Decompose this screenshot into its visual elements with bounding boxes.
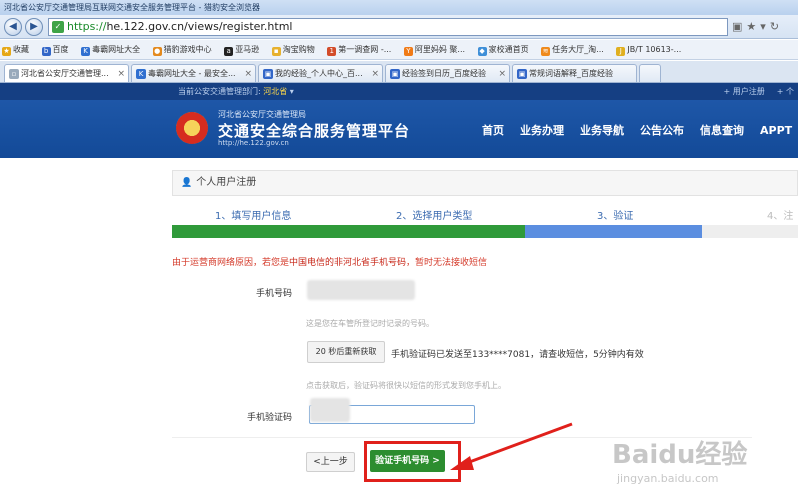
close-icon[interactable]: ×: [371, 65, 379, 82]
register-link[interactable]: + 用户注册: [724, 87, 765, 96]
back-button[interactable]: ◀: [4, 18, 22, 36]
refresh-icon[interactable]: ↻: [770, 20, 779, 33]
page-icon: ▫: [9, 69, 19, 79]
school-icon: ◆: [477, 47, 487, 56]
personal-link[interactable]: + 个: [777, 87, 794, 96]
bookmark-baidu[interactable]: b 百度: [40, 40, 69, 59]
nav-home[interactable]: 首页: [482, 124, 504, 137]
bookmark-alimama[interactable]: Y 阿里妈妈 聚...: [402, 40, 465, 59]
experience-icon: ▣: [390, 69, 400, 79]
bookmark-survey[interactable]: 1 第一调查网 -...: [325, 40, 391, 59]
forward-arrow-icon: ▶: [30, 21, 38, 32]
experience-icon: ▣: [263, 69, 273, 79]
bookmark-jiaxiao[interactable]: ◆ 家校通首页: [476, 40, 529, 59]
progress-bar: [172, 225, 798, 238]
site-subtitle: 河北省公安厅交通管理局: [218, 110, 306, 119]
star-icon: ★: [2, 47, 11, 56]
survey-icon: 1: [327, 47, 337, 56]
police-emblem-icon: [176, 112, 208, 144]
close-icon[interactable]: ×: [117, 65, 125, 82]
bookmark-tasks[interactable]: ≋ 任务大厅_淘...: [539, 40, 604, 59]
step-3: 3、验证: [597, 211, 634, 222]
address-row: ◀ ▶ ✓ https://he.122.gov.cn/views/regist…: [0, 15, 798, 39]
tab-register[interactable]: ▫ 河北省公安厅交通管理... ×: [4, 64, 129, 82]
code-value-blurred: [310, 398, 350, 422]
lock-icon: ✓: [52, 21, 64, 33]
address-bar[interactable]: ✓ https://he.122.gov.cn/views/register.h…: [48, 18, 728, 36]
top-links: + 用户注册 + 个: [712, 83, 795, 100]
tab-words[interactable]: ▣ 常规词语解释_百度经验: [512, 64, 637, 82]
main-nav: 首页 业务办理 业务导航 公告公布 信息查询 APPT: [482, 122, 798, 138]
bookmark-jbt[interactable]: J JB/T 10613-...: [614, 40, 681, 59]
url-scheme: https://: [67, 20, 107, 33]
site-title: 交通安全综合服务管理平台: [218, 122, 411, 140]
leopard-icon: ●: [152, 47, 162, 56]
panel-title: 👤 个人用户注册: [172, 170, 798, 196]
url-text: he.122.gov.cn/views/register.html: [106, 20, 293, 33]
tab-strip: ▫ 河北省公安厅交通管理... × K 毒霸网址大全 - 最安全... × ▣ 我的经验_…: [0, 61, 798, 83]
star-icon[interactable]: ★: [746, 20, 756, 33]
resend-button[interactable]: 20 秒后重新获取: [307, 341, 385, 363]
alimama-icon: Y: [403, 47, 413, 56]
watermark-url: jingyan.baidu.com: [617, 472, 719, 485]
nav-notice[interactable]: 公告公布: [640, 124, 684, 137]
region-selector[interactable]: 当前公安交通管理部门: 河北省 ▾: [178, 83, 294, 100]
resend-hint: 点击获取后，验证码将很快以短信的形式发到您手机上。: [306, 381, 506, 390]
verify-phone-button[interactable]: 验证手机号码 >: [370, 450, 445, 472]
steps: 1、填写用户信息 2、选择用户类型 3、验证 4、注: [172, 207, 798, 223]
amazon-icon: a: [224, 47, 234, 56]
step-4: 4、注: [767, 211, 794, 222]
annotation-arrow-icon: [450, 422, 573, 470]
nav-guide[interactable]: 业务导航: [580, 124, 624, 137]
prev-step-button[interactable]: <上一步: [306, 452, 355, 472]
close-icon[interactable]: ×: [244, 65, 252, 82]
region-value: 河北省: [263, 87, 288, 96]
bookmark-favorites[interactable]: ★ 收藏: [0, 40, 29, 59]
watermark: Baidu经验: [612, 440, 748, 470]
site-header: 河北省公安厅交通管理局 交通安全综合服务管理平台 http://he.122.g…: [0, 100, 798, 158]
bookmark-games[interactable]: ● 猎豹游戏中心: [151, 40, 212, 59]
nav-business[interactable]: 业务办理: [520, 124, 564, 137]
step-1: 1、填写用户信息: [215, 211, 292, 222]
rss-icon: ≋: [541, 47, 551, 56]
site-topbar: 当前公安交通管理部门: 河北省 ▾ + 用户注册 + 个: [0, 83, 798, 100]
phone-label: 手机号码: [255, 289, 292, 299]
tab-checkin[interactable]: ▣ 经验签到日历_百度经验 ×: [385, 64, 510, 82]
code-label: 手机验证码: [246, 413, 292, 423]
caret-down-icon: ▾: [289, 87, 294, 96]
forward-button[interactable]: ▶: [25, 18, 43, 36]
sms-sent-message: 手机验证码已发送至133****7081，请查收短信，5分钟内有效: [391, 350, 644, 360]
phone-hint: 这是您在车管所登记时记录的号码。: [306, 319, 434, 328]
document-icon: J: [616, 47, 626, 56]
experience-icon: ▣: [517, 69, 527, 79]
folder-icon: ▪: [271, 47, 281, 56]
duba-icon: K: [136, 69, 146, 79]
bookmarks-bar: ★ 收藏 b 百度 K 毒霸网址大全 ● 猎豹游戏中心 a 亚马逊 ▪ 淘宝购物 1 第一调查…: [0, 40, 798, 60]
compat-mode-icon[interactable]: ▣: [732, 20, 742, 33]
carrier-notice: 由于运营商网络原因，若您是中国电信的非河北省手机号码，暂时无法接收短信: [172, 258, 488, 268]
close-icon[interactable]: ×: [498, 65, 506, 82]
bookmark-taobao[interactable]: ▪ 淘宝购物: [270, 40, 315, 59]
address-icons: ▣ ★ ▾ ↻: [732, 18, 798, 36]
site-url: http://he.122.gov.cn: [218, 139, 289, 147]
back-arrow-icon: ◀: [9, 21, 17, 32]
nav-query[interactable]: 信息查询: [700, 124, 744, 137]
progress-current: [525, 225, 702, 238]
duba-icon: K: [81, 47, 91, 56]
user-icon: 👤: [181, 178, 193, 188]
dropdown-icon[interactable]: ▾: [760, 20, 766, 33]
phone-value-blurred: [307, 280, 415, 300]
window-title: 河北省公安厅交通管理局互联网交通安全服务管理平台 - 猎豹安全浏览器: [0, 0, 798, 15]
nav-app[interactable]: APPT: [760, 124, 792, 137]
progress-done: [172, 225, 525, 238]
tab-duba[interactable]: K 毒霸网址大全 - 最安全... ×: [131, 64, 256, 82]
baidu-icon: b: [41, 47, 51, 56]
step-2: 2、选择用户类型: [396, 211, 473, 222]
new-tab-button[interactable]: [639, 64, 661, 82]
bookmark-duba[interactable]: K 毒霸网址大全: [79, 40, 140, 59]
bookmark-amazon[interactable]: a 亚马逊: [222, 40, 259, 59]
tab-my-experience[interactable]: ▣ 我的经验_个人中心_百... ×: [258, 64, 383, 82]
